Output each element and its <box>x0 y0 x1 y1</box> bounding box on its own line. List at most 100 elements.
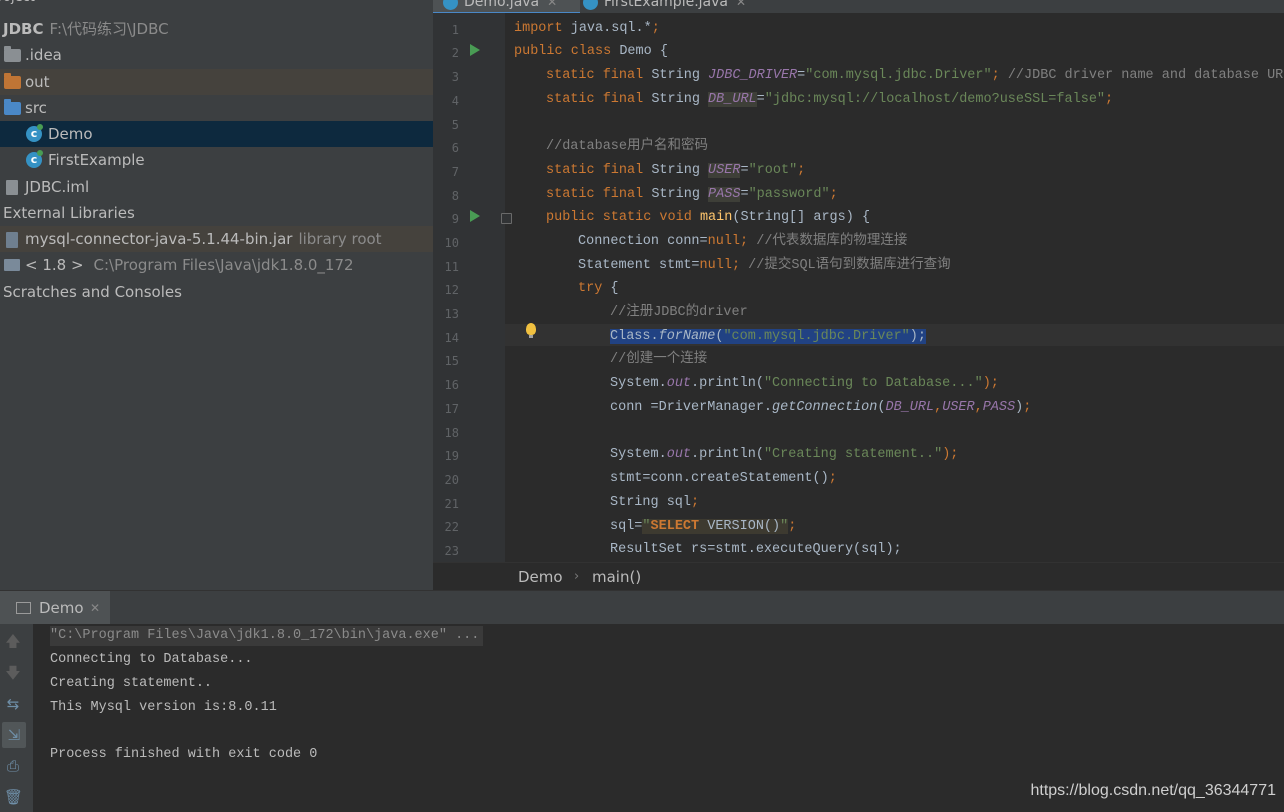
line-number: 4 <box>451 94 459 108</box>
editor-gutter: 1 2 3 4 5 6 7 8 9 10 11 12 13 14 15 16 1… <box>433 13 512 562</box>
code-line: import java.sql.*; <box>514 21 660 36</box>
tree-item-out[interactable]: out <box>0 69 433 95</box>
trash-icon[interactable]: 🗑 <box>4 788 23 806</box>
java-class-icon: c <box>26 150 43 168</box>
gear-icon[interactable]: ✱ <box>373 0 383 2</box>
tree-item-idea[interactable]: .idea <box>0 42 433 68</box>
code-line: static final String DB_URL="jdbc:mysql:/… <box>546 92 1114 107</box>
line-number: 10 <box>444 236 459 250</box>
console-line: Connecting to Database... <box>50 652 253 667</box>
console-line: Process finished with exit code 0 <box>50 747 318 762</box>
java-class-icon <box>443 0 458 10</box>
arrow-down-icon[interactable]: 🡇 <box>4 664 22 682</box>
tree-item-firstexample[interactable]: c FirstExample <box>0 147 433 173</box>
breadcrumb: Demo › main() <box>433 562 1284 591</box>
iml-file-icon <box>6 180 18 195</box>
collapse-icon[interactable]: ⇟ <box>338 0 348 2</box>
line-number: 17 <box>444 402 459 416</box>
tree-item-mysql-jar[interactable]: mysql-connector-java-5.1.44-bin.jar libra… <box>0 226 433 252</box>
code-line: static final String JDBC_DRIVER="com.mys… <box>546 68 1284 83</box>
code-line: public static void main(String[] args) { <box>546 210 871 225</box>
line-number: 12 <box>444 283 459 297</box>
line-number: 21 <box>444 497 459 511</box>
run-icon[interactable] <box>470 44 480 56</box>
line-number: 3 <box>451 70 459 84</box>
project-tool-window: roject ▾ ⊕ ⇟ ✱ ⊥ JDBCF:\代码练习\JDBC .idea … <box>0 0 433 590</box>
code-comment: //注册JDBC的driver <box>610 305 748 320</box>
console-line: This Mysql version is:8.0.11 <box>50 700 277 715</box>
tree-item-jdk[interactable]: < 1.8 > C:\Program Files\Java\jdk1.8.0_17… <box>0 252 433 278</box>
project-header: roject ▾ ⊕ ⇟ ✱ ⊥ <box>0 0 433 8</box>
code-comment: //database用户名和密码 <box>546 139 709 154</box>
tab-firstexample-java[interactable]: FirstExample.java ✕ <box>583 0 763 12</box>
soft-wrap-icon[interactable]: ⇆ <box>4 695 22 713</box>
line-number: 11 <box>444 260 459 274</box>
tree-item-label: out <box>25 73 50 91</box>
fold-icon[interactable] <box>501 213 512 224</box>
line-number: 22 <box>444 520 459 534</box>
code-line: stmt=conn.createStatement(); <box>610 471 837 486</box>
tree-item-demo[interactable]: c Demo <box>0 121 433 147</box>
code-line: Connection conn=null; //代表数据库的物理连接 <box>578 234 908 249</box>
tree-item-hint: library root <box>298 230 382 248</box>
line-number: 15 <box>444 354 459 368</box>
jdk-icon <box>4 259 20 271</box>
tree-item-label: .idea <box>25 46 62 64</box>
locate-icon[interactable]: ⊕ <box>311 0 321 2</box>
run-toolbar: 🡅 🡇 ⇆ ⇲ ⎙ 🗑 <box>0 624 33 812</box>
scroll-to-end-icon[interactable]: ⇲ <box>2 722 26 748</box>
tree-item-label: src <box>25 99 47 117</box>
tab-run-demo[interactable]: Demo ✕ <box>0 591 110 625</box>
line-number: 5 <box>451 118 459 132</box>
code-line: static final String PASS="password"; <box>546 187 838 202</box>
close-icon[interactable]: ✕ <box>90 591 100 625</box>
tree-item-label: mysql-connector-java-5.1.44-bin.jar <box>25 230 293 248</box>
hide-icon[interactable]: ⊥ <box>405 0 415 2</box>
line-number: 1 <box>451 23 459 37</box>
folder-icon <box>4 99 21 115</box>
tree-item-path: C:\Program Files\Java\jdk1.8.0_172 <box>93 256 354 274</box>
tree-item-label: < 1.8 > <box>25 256 84 274</box>
line-number: 23 <box>444 544 459 558</box>
line-number: 14 <box>444 331 459 345</box>
code-comment: //创建一个连接 <box>610 352 708 367</box>
project-view-selector[interactable]: roject <box>0 0 35 5</box>
folder-icon <box>4 73 21 89</box>
lightbulb-icon[interactable] <box>526 323 536 338</box>
line-number: 2 <box>451 46 459 60</box>
tree-item-scratches[interactable]: Scratches and Consoles <box>0 279 433 305</box>
code-editor[interactable]: 1 2 3 4 5 6 7 8 9 10 11 12 13 14 15 16 1… <box>433 13 1284 562</box>
folder-icon <box>4 46 21 62</box>
code-line: System.out.println("Connecting to Databa… <box>610 376 999 391</box>
breadcrumb-class[interactable]: Demo <box>518 563 563 591</box>
tree-item-src[interactable]: src <box>0 95 433 121</box>
tree-item-external-libraries[interactable]: External Libraries <box>0 200 433 226</box>
line-number: 8 <box>451 189 459 203</box>
jar-icon <box>6 232 18 248</box>
arrow-up-icon[interactable]: 🡅 <box>4 632 22 650</box>
run-config-icon <box>16 602 31 614</box>
close-icon[interactable]: ✕ <box>547 0 557 9</box>
tree-item-label: Demo <box>48 125 93 143</box>
editor-tab-bar: Demo.java ✕ FirstExample.java ✕ <box>433 0 1284 13</box>
java-class-icon <box>583 0 598 10</box>
tree-item-label: FirstExample <box>48 151 145 169</box>
code-line: sql="SELECT VERSION()"; <box>610 519 797 534</box>
print-icon[interactable]: ⎙ <box>4 757 22 775</box>
tree-item-label: JDBC.iml <box>25 178 90 196</box>
code-line-selected: Class.forName("com.mysql.jdbc.Driver"); <box>610 329 926 344</box>
tab-demo-java[interactable]: Demo.java ✕ <box>433 0 580 13</box>
run-tab-bar: Demo ✕ <box>0 590 1284 625</box>
tree-item-jdbc-iml[interactable]: JDBC.iml <box>0 174 433 200</box>
line-number: 7 <box>451 165 459 179</box>
code-line: System.out.println("Creating statement..… <box>610 447 959 462</box>
close-icon[interactable]: ✕ <box>736 0 746 9</box>
line-number: 13 <box>444 307 459 321</box>
run-icon[interactable] <box>470 210 480 222</box>
tree-item-jdbc[interactable]: JDBC F:\代码练习\JDBC <box>0 16 433 42</box>
line-number: 9 <box>451 212 459 226</box>
java-class-icon: c <box>26 124 43 142</box>
code-line: Statement stmt=null; //提交SQL语句到数据库进行查询 <box>578 258 951 273</box>
line-number: 20 <box>444 473 459 487</box>
breadcrumb-method[interactable]: main() <box>592 563 641 591</box>
